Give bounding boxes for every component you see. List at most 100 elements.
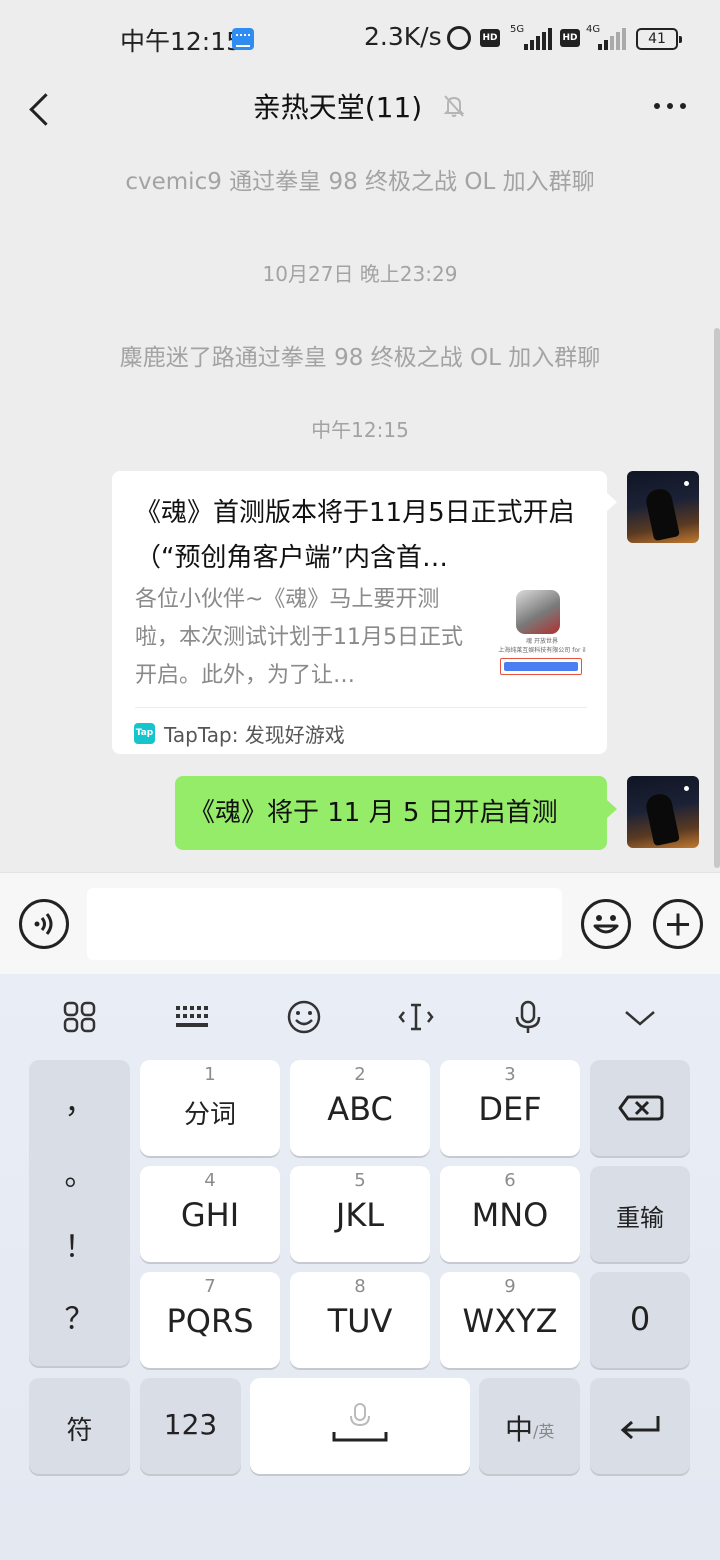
voice-icon	[34, 913, 53, 935]
kb-grid-button[interactable]	[50, 992, 110, 1042]
link-card-thumbnail: 魂 开放世界 上海纯莱互娱科技有限公司 for il	[497, 588, 587, 678]
chat-header: 亲热天堂(11)	[0, 78, 720, 148]
grid-icon	[63, 1001, 96, 1033]
key-label: TUV	[327, 1302, 393, 1340]
emoji-icon	[287, 1000, 321, 1034]
chat-area[interactable]: cvemic9 通过拳皇 98 终极之战 OL 加入群聊 10月27日 晚上23…	[0, 148, 720, 872]
lang-alt-label: /英	[533, 1422, 555, 1441]
cursor-icon	[398, 1003, 434, 1031]
key-number: 5	[354, 1170, 366, 1191]
punct-exclaim-key[interactable]: ！	[29, 1222, 130, 1266]
key-label: GHI	[180, 1196, 240, 1234]
more-functions-button[interactable]	[653, 899, 703, 949]
sim2-network-label: 4G	[586, 24, 601, 35]
more-dots-icon	[654, 103, 660, 109]
punctuation-column[interactable]: ， 。 ！ ？	[29, 1060, 130, 1366]
key-1[interactable]: 1 分词	[140, 1060, 280, 1156]
thumb-caption-2: 上海纯莱互娱科技有限公司 for il	[498, 647, 586, 654]
link-card-title: 《魂》首测版本将于11月5日正式开启（“预创角客户端”内含首…	[135, 498, 575, 573]
symbol-key[interactable]: 符	[29, 1378, 130, 1474]
kb-emoji-button[interactable]	[274, 992, 334, 1042]
group-title[interactable]: 亲热天堂(11)	[253, 86, 422, 126]
delete-key[interactable]	[590, 1060, 690, 1156]
link-card-description: 各位小伙伴~《魂》马上要开测啦，本次测试计划于11月5日正式开启。此外，为了让…	[135, 587, 463, 688]
reenter-key[interactable]: 重输	[590, 1166, 690, 1262]
key-label: 符	[66, 1416, 93, 1446]
more-button[interactable]	[650, 96, 690, 116]
punct-period-key[interactable]: 。	[29, 1150, 130, 1194]
punct-question-key[interactable]: ？	[29, 1294, 130, 1338]
number-mode-key[interactable]: 123	[140, 1378, 241, 1474]
key-4[interactable]: 4 GHI	[140, 1166, 280, 1262]
key-label: JKL	[335, 1196, 385, 1234]
key-label: DEF	[478, 1090, 542, 1128]
network-speed: 2.3K/s	[364, 22, 442, 51]
key-number: 6	[504, 1170, 516, 1191]
input-bar	[0, 872, 720, 974]
thumb-view-button	[500, 658, 582, 675]
card-divider	[135, 707, 587, 708]
key-number: 1	[204, 1064, 216, 1085]
key-number: 2	[354, 1064, 366, 1085]
key-3[interactable]: 3 DEF	[440, 1060, 580, 1156]
backspace-icon	[618, 1095, 664, 1121]
link-card-source: TapTap: 发现好游戏	[164, 723, 345, 747]
status-time: 中午12:15	[120, 27, 243, 56]
language-switch-key[interactable]: 中 /英	[479, 1378, 580, 1474]
key-number: 4	[204, 1170, 216, 1191]
key-number: 3	[504, 1064, 516, 1085]
enter-icon	[620, 1416, 660, 1440]
key-number: 8	[354, 1276, 366, 1297]
system-message: 麋鹿迷了路通过拳皇 98 终极之战 OL 加入群聊	[119, 345, 601, 371]
status-bar: 中午12:15 2.3K/s HD 5G HD 4G 41	[0, 0, 720, 78]
avatar[interactable]	[627, 471, 699, 543]
taptap-icon: Tap	[134, 723, 155, 744]
space-key[interactable]	[250, 1378, 470, 1474]
emoji-icon	[593, 915, 619, 934]
space-mic-icon	[332, 1403, 388, 1442]
battery-icon: 41	[636, 28, 682, 50]
key-number: 7	[204, 1276, 216, 1297]
key-6[interactable]: 6 MNO	[440, 1166, 580, 1262]
title-wrap: 亲热天堂(11)	[0, 86, 720, 126]
bell-off-icon	[443, 95, 465, 117]
thumb-caption-1: 魂 开放世界	[526, 638, 558, 645]
key-5[interactable]: 5 JKL	[290, 1166, 430, 1262]
hd-badge-2: HD	[560, 29, 580, 47]
kb-collapse-button[interactable]	[610, 992, 670, 1042]
key-7[interactable]: 7 PQRS	[140, 1272, 280, 1368]
zero-key[interactable]: 0	[590, 1272, 690, 1368]
key-label: 分词	[183, 1100, 236, 1130]
timestamp: 10月27日 晚上23:29	[262, 262, 458, 286]
avatar[interactable]	[627, 776, 699, 848]
kb-voice-button[interactable]	[498, 992, 558, 1042]
punct-comma-key[interactable]: ，	[29, 1078, 130, 1122]
key-8[interactable]: 8 TUV	[290, 1272, 430, 1368]
enter-key[interactable]	[590, 1378, 690, 1474]
link-card-message[interactable]: 《魂》首测版本将于11月5日正式开启（“预创角客户端”内含首… 各位小伙伴~《魂…	[112, 471, 617, 754]
message-input[interactable]	[87, 888, 562, 960]
ime-keyboard: ， 。 ！ ？ 1 分词 2 ABC 3 DEF 4 GHI 5 JKL 6 M…	[0, 974, 720, 1560]
key-label: PQRS	[166, 1302, 254, 1340]
voice-button[interactable]	[19, 899, 69, 949]
kb-cursor-button[interactable]	[386, 992, 446, 1042]
key-label: MNO	[471, 1196, 549, 1234]
keyboard-icon	[176, 1006, 208, 1027]
text-message-bubble[interactable]: 《魂》将于 11 月 5 日开启首测	[175, 776, 617, 850]
key-label: 0	[629, 1300, 651, 1338]
key-label: WXYZ	[462, 1302, 558, 1340]
kb-layout-button[interactable]	[162, 992, 222, 1042]
sim1-network-label: 5G	[510, 24, 525, 35]
collapse-icon	[625, 1011, 655, 1026]
system-message: cvemic9 通过拳皇 98 终极之战 OL 加入群聊	[125, 169, 595, 195]
key-label: 123	[163, 1408, 218, 1441]
key-9[interactable]: 9 WXYZ	[440, 1272, 580, 1368]
lang-main-label: 中	[505, 1413, 534, 1446]
alarm-icon	[447, 26, 471, 50]
key-2[interactable]: 2 ABC	[290, 1060, 430, 1156]
keyboard-notification-icon	[232, 28, 254, 50]
microphone-icon	[515, 1000, 541, 1033]
emoji-button[interactable]	[581, 899, 631, 949]
chat-scrollbar[interactable]	[714, 328, 720, 868]
key-label: ABC	[327, 1090, 393, 1128]
